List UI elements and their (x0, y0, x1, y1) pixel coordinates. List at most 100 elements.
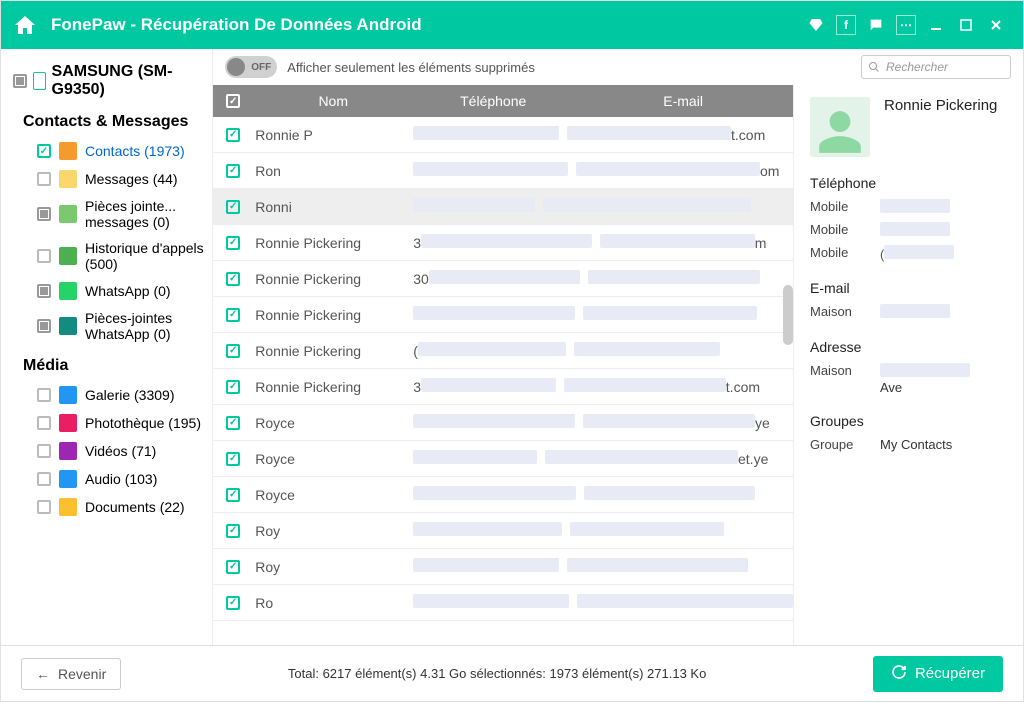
detail-value (880, 222, 1007, 239)
detail-row: MaisonAve (810, 363, 1007, 395)
row-checkbox[interactable]: ✓ (226, 524, 240, 538)
item-checkbox[interactable] (37, 207, 51, 221)
item-checkbox[interactable] (37, 319, 51, 333)
row-name: Ronnie Pickering (253, 343, 413, 359)
row-checkbox[interactable]: ✓ (226, 596, 240, 610)
item-checkbox[interactable] (37, 249, 51, 263)
search-input[interactable]: Rechercher (861, 55, 1011, 79)
toggle-label: Afficher seulement les éléments supprimé… (287, 60, 535, 75)
minimize-icon[interactable] (926, 15, 946, 35)
detail-row: Mobile (810, 222, 1007, 239)
item-checkbox[interactable] (37, 472, 51, 486)
row-data: om (413, 162, 793, 179)
row-checkbox[interactable]: ✓ (226, 236, 240, 250)
recover-button[interactable]: Récupérer (873, 656, 1003, 692)
close-icon[interactable] (986, 15, 1006, 35)
table-header: ✓ Nom Téléphone E-mail (213, 85, 793, 117)
table-row[interactable]: ✓Royce (213, 477, 793, 513)
row-name: Ronnie P (253, 127, 413, 143)
table-row[interactable]: ✓Ronnie Pickering3 t.com (213, 369, 793, 405)
detail-label: Mobile (810, 199, 868, 216)
deleted-only-toggle[interactable]: OFF (225, 56, 277, 78)
sidebar-item-label: Contacts (1973) (85, 143, 185, 159)
sidebar-item[interactable]: Historique d'appels (500) (9, 235, 204, 277)
row-checkbox[interactable]: ✓ (226, 344, 240, 358)
category-icon (59, 142, 77, 160)
row-checkbox[interactable]: ✓ (226, 452, 240, 466)
facebook-icon[interactable]: f (836, 15, 856, 35)
row-data: 3 t.com (413, 378, 793, 395)
media-icon (59, 470, 77, 488)
select-all-checkbox[interactable]: ✓ (226, 94, 240, 108)
row-checkbox[interactable]: ✓ (226, 128, 240, 142)
toolbar: OFF Afficher seulement les éléments supp… (213, 49, 1023, 85)
sidebar: SAMSUNG (SM-G9350) Contacts & Messages ✓… (1, 49, 213, 645)
feedback-icon[interactable] (866, 15, 886, 35)
sidebar-item[interactable]: WhatsApp (0) (9, 277, 204, 305)
sidebar-item[interactable]: Audio (103) (9, 465, 204, 493)
maximize-icon[interactable] (956, 15, 976, 35)
refresh-icon (891, 664, 907, 684)
item-checkbox[interactable] (37, 444, 51, 458)
item-checkbox[interactable] (37, 416, 51, 430)
table-row[interactable]: ✓Roy (213, 549, 793, 585)
item-checkbox[interactable] (37, 388, 51, 402)
row-data (413, 198, 793, 215)
item-checkbox[interactable]: ✓ (37, 144, 51, 158)
back-button[interactable]: ← Revenir (21, 658, 121, 690)
more-icon[interactable]: ⋯ (896, 15, 916, 35)
detail-row: Maison (810, 304, 1007, 321)
table-row[interactable]: ✓Royce et.ye (213, 441, 793, 477)
scrollbar-thumb[interactable] (783, 285, 793, 345)
item-checkbox[interactable] (37, 284, 51, 298)
sidebar-item[interactable]: Documents (22) (9, 493, 204, 521)
col-email[interactable]: E-mail (573, 93, 793, 109)
detail-label: Mobile (810, 245, 868, 262)
row-data: t.com (413, 126, 793, 143)
item-checkbox[interactable] (37, 500, 51, 514)
table-row[interactable]: ✓Royce ye (213, 405, 793, 441)
row-checkbox[interactable]: ✓ (226, 560, 240, 574)
sidebar-item[interactable]: Pièces-jointes WhatsApp (0) (9, 305, 204, 347)
device-row[interactable]: SAMSUNG (SM-G9350) (9, 59, 204, 103)
detail-value: Ave (880, 363, 1007, 395)
sidebar-item-label: Vidéos (71) (85, 443, 156, 459)
row-checkbox[interactable]: ✓ (226, 488, 240, 502)
table-row[interactable]: ✓Ronnie Pickering3 m (213, 225, 793, 261)
col-phone[interactable]: Téléphone (413, 93, 573, 109)
detail-label: Maison (810, 304, 868, 321)
sidebar-item[interactable]: Photothèque (195) (9, 409, 204, 437)
row-checkbox[interactable]: ✓ (226, 200, 240, 214)
table-row[interactable]: ✓Ronnie Pickering30 (213, 261, 793, 297)
table-row[interactable]: ✓ Ronnie P t.com (213, 117, 793, 153)
col-name[interactable]: Nom (253, 93, 413, 109)
sidebar-item[interactable]: ✓ Contacts (1973) (9, 137, 204, 165)
sidebar-item[interactable]: Messages (44) (9, 165, 204, 193)
sidebar-item[interactable]: Vidéos (71) (9, 437, 204, 465)
row-data (413, 486, 793, 503)
table-row[interactable]: ✓ Ronnie Pickering( (213, 333, 793, 369)
category-icon (59, 247, 77, 265)
row-checkbox[interactable]: ✓ (226, 380, 240, 394)
diamond-icon[interactable] (806, 15, 826, 35)
row-checkbox[interactable]: ✓ (226, 308, 240, 322)
row-checkbox[interactable]: ✓ (226, 272, 240, 286)
home-icon[interactable] (13, 13, 37, 37)
main-panel: OFF Afficher seulement les éléments supp… (213, 49, 1023, 645)
detail-label: Mobile (810, 222, 868, 239)
sidebar-item[interactable]: Galerie (3309) (9, 381, 204, 409)
row-checkbox[interactable]: ✓ (226, 164, 240, 178)
sidebar-item[interactable]: Pièces jointe... messages (0) (9, 193, 204, 235)
category-icon (59, 317, 77, 335)
row-checkbox[interactable]: ✓ (226, 416, 240, 430)
table-row[interactable]: ✓Ro (213, 585, 793, 621)
table-row[interactable]: ✓Ronni (213, 189, 793, 225)
table-row[interactable]: ✓Ronnie Pickering (213, 297, 793, 333)
device-checkbox[interactable] (13, 74, 27, 88)
table-row[interactable]: ✓Roy (213, 513, 793, 549)
item-checkbox[interactable] (37, 172, 51, 186)
sidebar-item-label: Galerie (3309) (85, 387, 175, 403)
panel-collapse-handle[interactable] (793, 285, 794, 309)
row-data: ( (413, 342, 793, 359)
table-row[interactable]: ✓Ron om (213, 153, 793, 189)
